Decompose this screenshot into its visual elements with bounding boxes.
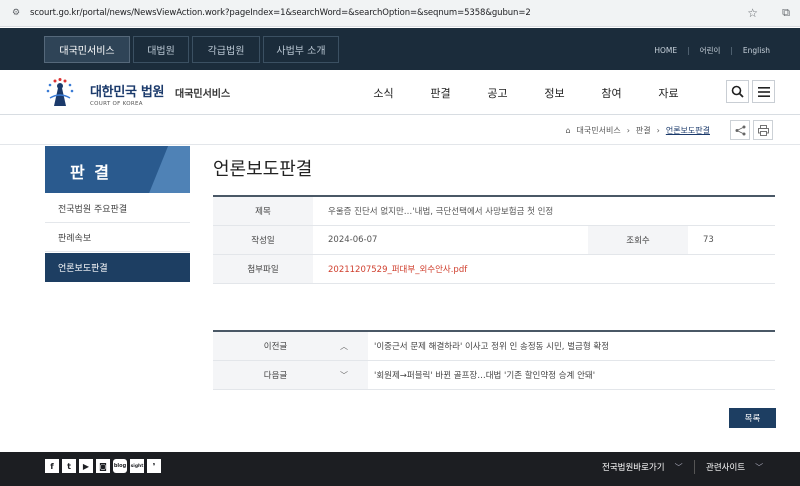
chevron-right-icon: ›	[656, 126, 660, 135]
logo-korean: 대한민국 법원	[90, 85, 165, 100]
story-icon[interactable]: ❜	[147, 459, 161, 473]
title-label: 제목	[213, 197, 313, 225]
prev-post-link[interactable]: '이중근서 문제 해결하라' 이사고 정위 인 송정동 시민, 벌금형 확정	[368, 340, 609, 352]
search-button[interactable]	[726, 80, 749, 103]
top-bar: 대국민서비스 대법원 각급법원 사법부 소개 HOME | 어린이 | Engl…	[0, 28, 800, 70]
next-post-link[interactable]: '회원제→퍼블릭' 바뀐 골프장…대법 '기존 할인약정 승계 안돼'	[368, 369, 595, 381]
chevron-right-icon: ›	[626, 126, 630, 135]
sidebar-item-press-judgments[interactable]: 언론보도판결	[45, 253, 190, 282]
url-text[interactable]: scourt.go.kr/portal/news/NewsViewAction.…	[30, 8, 531, 18]
youtube-icon[interactable]: ▶	[79, 459, 93, 473]
search-icon	[731, 85, 744, 98]
bookmark-star-icon[interactable]: ☆	[747, 6, 758, 20]
top-tab-public-service[interactable]: 대국민서비스	[44, 36, 130, 63]
nav-news[interactable]: 소식	[355, 85, 412, 101]
sidebar-title-decoration	[139, 146, 190, 193]
menu-button[interactable]	[752, 80, 775, 103]
page-title: 언론보도판결	[213, 159, 313, 180]
courts-shortcut-select[interactable]: 전국법원바로가기 ﹀	[602, 459, 683, 475]
table-row: 작성일 2024-06-07 조회수 73	[213, 226, 775, 255]
share-button[interactable]	[730, 120, 750, 140]
print-icon	[757, 124, 769, 136]
prev-next-list: 이전글 ︿ '이중근서 문제 해결하라' 이사고 정위 인 송정동 시민, 벌금…	[213, 330, 775, 390]
article-date: 2024-06-07	[328, 235, 378, 245]
article-info-table: 제목 우울증 진단서 없지만…'내법, 극단선택에서 사망보험금 첫 인정 작성…	[213, 195, 775, 284]
instagram-icon[interactable]: ◙	[96, 459, 110, 473]
footer: f t ▶ ◙ blog sight ❜ 전국법원바로가기 ﹀ 관련사이트 ﹀	[0, 452, 800, 486]
top-links: HOME | 어린이 | English	[654, 45, 770, 56]
table-row: 제목 우울증 진단서 없지만…'내법, 극단선택에서 사망보험금 첫 인정	[213, 197, 775, 226]
sight-icon[interactable]: sight	[130, 459, 144, 473]
top-tab-supreme-court[interactable]: 대법원	[133, 36, 189, 63]
print-button[interactable]	[753, 120, 773, 140]
attachment-link[interactable]: 20211207529_퍼대부_외수안사.pdf	[313, 263, 467, 275]
english-link[interactable]: English	[743, 46, 770, 55]
breadcrumb-current[interactable]: 언론보도판결	[666, 125, 710, 136]
twitter-icon[interactable]: t	[62, 459, 76, 473]
chevron-up-icon: ︿	[340, 341, 348, 351]
breadcrumb: ⌂ 대국민서비스 › 판결 › 언론보도판결	[565, 125, 710, 136]
home-icon[interactable]: ⌂	[565, 126, 570, 135]
nav-participation[interactable]: 참여	[583, 85, 640, 101]
nav-judgments[interactable]: 판결	[412, 85, 469, 101]
nav-info[interactable]: 정보	[526, 85, 583, 101]
nav-resources[interactable]: 자료	[640, 85, 697, 101]
site-subtitle: 대국민서비스	[175, 89, 231, 100]
related-sites-label: 관련사이트	[706, 463, 746, 473]
divider: |	[730, 46, 733, 55]
divider: |	[687, 46, 690, 55]
chevron-down-icon: ﹀	[755, 462, 764, 472]
blog-icon[interactable]: blog	[113, 459, 127, 473]
sidebar-item-case-bulletin[interactable]: 판례속보	[45, 223, 190, 252]
logo-text[interactable]: 대한민국 법원 COURT OF KOREA	[90, 81, 164, 107]
attachment-label: 첨부파일	[213, 255, 313, 283]
top-tab-courts[interactable]: 각급법원	[192, 36, 260, 63]
extensions-icon[interactable]: ⧉	[782, 6, 790, 20]
main-header: 대한민국 법원 COURT OF KOREA 대국민서비스 소식 판결 공고 정…	[0, 70, 800, 115]
divider	[694, 460, 695, 474]
table-row: 첨부파일 20211207529_퍼대부_외수안사.pdf	[213, 255, 775, 284]
breadcrumb-item[interactable]: 대국민서비스	[577, 125, 621, 136]
chevron-down-icon: ﹀	[674, 462, 683, 472]
share-icon	[735, 125, 745, 135]
article-views: 73	[703, 235, 714, 245]
site-info-icon[interactable]: ⚙	[10, 7, 22, 19]
prev-row[interactable]: 이전글 ︿ '이중근서 문제 해결하라' 이사고 정위 인 송정동 시민, 벌금…	[213, 332, 775, 361]
hamburger-icon	[757, 86, 770, 97]
list-button[interactable]: 목록	[729, 408, 776, 428]
next-row[interactable]: 다음글 ﹀ '회원제→퍼블릭' 바뀐 골프장…대법 '기존 할인약정 승계 안돼…	[213, 361, 775, 390]
courts-shortcut-label: 전국법원바로가기	[602, 463, 665, 473]
top-tab-judiciary-intro[interactable]: 사법부 소개	[263, 36, 339, 63]
chevron-down-icon: ﹀	[340, 370, 348, 380]
breadcrumb-item[interactable]: 판결	[636, 125, 651, 136]
date-label: 작성일	[213, 226, 313, 254]
nav-notices[interactable]: 공고	[469, 85, 526, 101]
prev-label-cell: 이전글 ︿	[213, 332, 368, 360]
kids-link[interactable]: 어린이	[700, 45, 721, 56]
article-title: 우울증 진단서 없지만…'내법, 극단선택에서 사망보험금 첫 인정	[328, 207, 554, 217]
sidebar-title: 판 결	[45, 146, 190, 193]
logo-english: COURT OF KOREA	[90, 101, 143, 107]
browser-address-bar: ⚙ scourt.go.kr/portal/news/NewsViewActio…	[0, 0, 800, 27]
sidebar-title-text: 판 결	[70, 163, 112, 182]
related-sites-select[interactable]: 관련사이트 ﹀	[706, 459, 763, 475]
top-nav: 대국민서비스 대법원 각급법원 사법부 소개	[44, 36, 339, 63]
main-nav: 소식 판결 공고 정보 참여 자료	[355, 85, 697, 101]
breadcrumb-bar: ⌂ 대국민서비스 › 판결 › 언론보도판결	[0, 116, 800, 145]
court-logo-icon[interactable]	[44, 76, 76, 110]
next-label-cell: 다음글 ﹀	[213, 361, 368, 389]
home-link[interactable]: HOME	[654, 46, 677, 55]
sns-links: f t ▶ ◙ blog sight ❜	[45, 459, 161, 473]
facebook-icon[interactable]: f	[45, 459, 59, 473]
sidebar-item-major-judgments[interactable]: 전국법원 주요판결	[45, 194, 190, 223]
views-label: 조회수	[588, 226, 688, 254]
